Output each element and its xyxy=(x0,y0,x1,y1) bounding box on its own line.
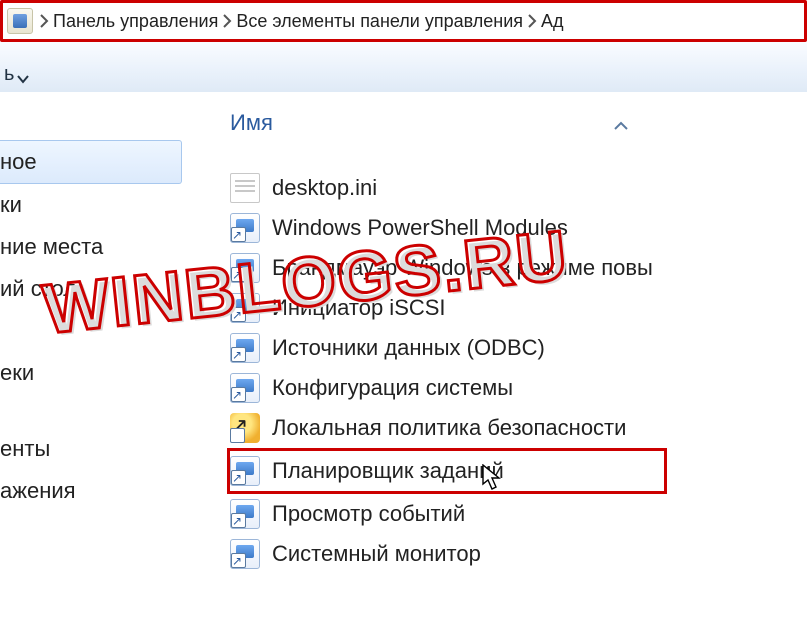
file-row[interactable]: ↗ Брандмауэр Windows в режиме повы xyxy=(230,248,807,288)
file-list-pane: Имя desktop.ini ↗ Windows PowerShell Modul… xyxy=(182,92,807,625)
sidebar: ное ки ние места ий стол еки енты ажения xyxy=(0,92,182,625)
file-label: Конфигурация системы xyxy=(272,375,513,401)
sidebar-item-label: ажения xyxy=(0,478,76,503)
chevron-right-icon xyxy=(39,14,49,28)
file-row[interactable]: ↗ Конфигурация системы xyxy=(230,368,807,408)
file-label: Системный монитор xyxy=(272,541,481,567)
sidebar-item-label: ки xyxy=(0,192,22,217)
toolbar-fragment[interactable]: ь xyxy=(0,63,14,86)
shortcut-icon: ↗ xyxy=(230,456,260,486)
shortcut-overlay-icon: ↗ xyxy=(232,229,242,242)
sidebar-item[interactable]: ий стол xyxy=(0,268,182,310)
shortcut-icon: ↗ xyxy=(230,539,260,569)
breadcrumb-label: Ад xyxy=(541,11,564,32)
file-row[interactable]: ↗ Инициатор iSCSI xyxy=(230,288,807,328)
sidebar-item-label: ное xyxy=(0,149,37,174)
sidebar-item[interactable]: ки xyxy=(0,184,182,226)
breadcrumb-item[interactable]: Все элементы панели управления xyxy=(220,7,525,36)
chevron-right-icon xyxy=(527,14,537,28)
shortcut-icon: ↗ xyxy=(230,499,260,529)
shortcut-icon: ↗ xyxy=(230,293,260,323)
toolbar: ь xyxy=(0,42,807,92)
file-label: Локальная политика безопасности xyxy=(272,415,626,441)
shortcut-icon: ↗ xyxy=(230,333,260,363)
breadcrumb-item[interactable]: Ад xyxy=(525,7,566,36)
address-bar[interactable]: Панель управления Все элементы панели уп… xyxy=(0,0,807,42)
file-label: Планировщик заданий xyxy=(272,458,504,484)
sidebar-group[interactable]: ажения xyxy=(0,470,182,512)
shortcut-icon: ↗ xyxy=(230,253,260,283)
shortcut-overlay-icon: ↗ xyxy=(232,389,242,402)
shortcut-overlay-icon: ↗ xyxy=(230,413,248,438)
file-label: Источники данных (ODBC) xyxy=(272,335,545,361)
breadcrumb: Панель управления Все элементы панели уп… xyxy=(37,7,800,36)
shortcut-overlay-icon: ↗ xyxy=(232,309,242,322)
file-row[interactable]: ↗ Планировщик заданий xyxy=(227,448,667,494)
shortcut-icon: ↗ xyxy=(230,373,260,403)
breadcrumb-label: Панель управления xyxy=(53,11,218,32)
sidebar-item[interactable]: ное xyxy=(0,140,182,184)
chevron-right-icon xyxy=(222,14,232,28)
sidebar-item-label: енты xyxy=(0,436,50,461)
shortcut-overlay-icon: ↗ xyxy=(232,349,242,362)
sidebar-item-label: ий стол xyxy=(0,276,76,301)
file-row[interactable]: ↗ Локальная политика безопасности xyxy=(230,408,807,448)
column-header-name[interactable]: Имя xyxy=(230,110,273,142)
sidebar-group[interactable]: еки xyxy=(0,352,182,394)
file-label: desktop.ini xyxy=(272,175,377,201)
file-row[interactable]: ↗ Источники данных (ODBC) xyxy=(230,328,807,368)
control-panel-icon xyxy=(7,8,33,34)
file-label: Инициатор iSCSI xyxy=(272,295,446,321)
shortcut-overlay-icon: ↗ xyxy=(232,269,242,282)
file-row[interactable]: ↗ Системный монитор xyxy=(230,534,807,574)
sidebar-item-label: ние места xyxy=(0,234,103,259)
shield-icon: ↗ xyxy=(230,413,260,443)
chevron-down-icon[interactable] xyxy=(16,72,30,86)
file-row[interactable]: ↗ Просмотр событий xyxy=(230,494,807,534)
shortcut-overlay-icon: ↗ xyxy=(232,515,242,528)
shortcut-overlay-icon: ↗ xyxy=(232,555,242,568)
sidebar-item[interactable]: ние места xyxy=(0,226,182,268)
ini-icon xyxy=(230,173,260,203)
file-label: Просмотр событий xyxy=(272,501,465,527)
file-row[interactable]: ↗ Windows PowerShell Modules xyxy=(230,208,807,248)
breadcrumb-label: Все элементы панели управления xyxy=(236,11,523,32)
sidebar-group[interactable]: енты xyxy=(0,428,182,470)
file-row[interactable]: desktop.ini xyxy=(230,168,807,208)
sidebar-item-label: еки xyxy=(0,360,34,385)
shortcut-overlay-icon: ↗ xyxy=(232,472,242,485)
shortcut-icon: ↗ xyxy=(230,213,260,243)
breadcrumb-item[interactable]: Панель управления xyxy=(37,7,220,36)
sort-ascending-icon xyxy=(613,121,629,131)
file-label: Windows PowerShell Modules xyxy=(272,215,568,241)
file-label: Брандмауэр Windows в режиме повы xyxy=(272,255,653,281)
